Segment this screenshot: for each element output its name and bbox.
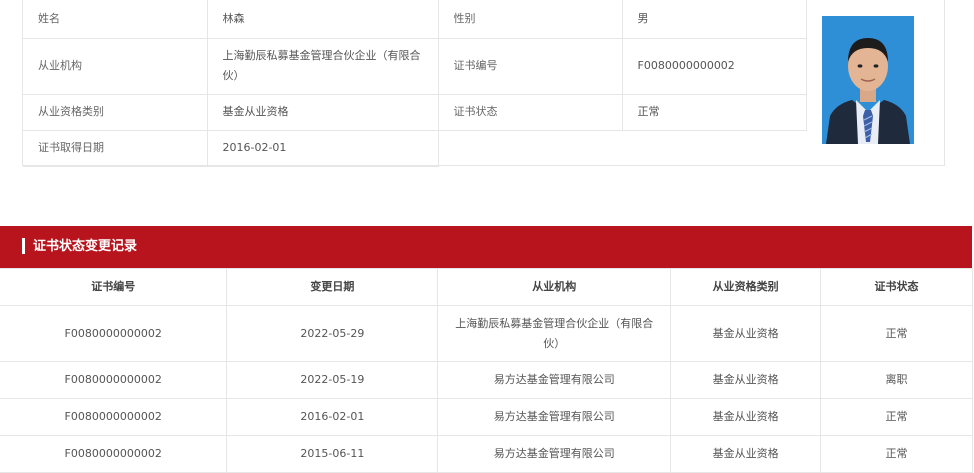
column-header-change-date: 变更日期 (226, 268, 439, 306)
org-value: 上海勤辰私募基金管理合伙企业（有限合伙） (207, 38, 439, 95)
column-header-org: 从业机构 (437, 268, 672, 306)
cell-cert-no: F0080000000002 (0, 361, 228, 399)
status-change-table: 证书编号 变更日期 从业机构 从业资格类别 证书状态 F008000000000… (0, 268, 973, 473)
section-title: 证书状态变更记录 (33, 239, 138, 254)
column-header-cert-no: 证书编号 (0, 268, 228, 306)
cell-status: 正常 (820, 435, 973, 473)
qualification-label: 从业资格类别 (23, 94, 208, 131)
cell-change-date: 2022-05-29 (226, 305, 439, 362)
status-label: 证书状态 (438, 94, 623, 131)
cell-qualification: 基金从业资格 (670, 435, 822, 473)
cell-qualification: 基金从业资格 (670, 398, 822, 436)
profile-table: 姓名 林森 性别 男 从业机构 上海勤辰私募基金管理合伙企业（有限合伙） 证书编… (23, 0, 807, 167)
cell-org: 易方达基金管理有限公司 (437, 361, 672, 399)
cell-status: 正常 (820, 305, 973, 362)
table-row: F0080000000002 2022-05-19 易方达基金管理有限公司 基金… (0, 361, 973, 399)
table-row: F0080000000002 2016-02-01 易方达基金管理有限公司 基金… (0, 398, 973, 436)
cell-change-date: 2015-06-11 (226, 435, 439, 473)
cell-cert-no: F0080000000002 (0, 398, 228, 436)
cell-org: 易方达基金管理有限公司 (437, 435, 672, 473)
cell-org: 易方达基金管理有限公司 (437, 398, 672, 436)
section-header: 证书状态变更记录 (0, 226, 972, 268)
empty-cell (438, 130, 622, 166)
gender-value: 男 (622, 0, 807, 39)
cell-cert-no: F0080000000002 (0, 435, 228, 473)
table-row: F0080000000002 2022-05-29 上海勤辰私募基金管理合伙企业… (0, 305, 973, 362)
cell-status: 离职 (820, 361, 973, 399)
cell-change-date: 2022-05-19 (226, 361, 439, 399)
cert-date-value: 2016-02-01 (207, 130, 439, 167)
column-header-status: 证书状态 (820, 268, 973, 306)
qualification-value: 基金从业资格 (207, 94, 439, 131)
person-portrait-icon (822, 16, 914, 144)
org-label: 从业机构 (23, 38, 208, 95)
cell-org: 上海勤辰私募基金管理合伙企业（有限合伙） (437, 305, 672, 362)
cell-status: 正常 (820, 398, 973, 436)
table-row: F0080000000002 2015-06-11 易方达基金管理有限公司 基金… (0, 435, 973, 473)
gender-label: 性别 (438, 0, 623, 39)
column-header-qualification: 从业资格类别 (670, 268, 822, 306)
cert-date-label: 证书取得日期 (23, 130, 208, 167)
name-label: 姓名 (23, 0, 208, 39)
profile-card: 姓名 林森 性别 男 从业机构 上海勤辰私募基金管理合伙企业（有限合伙） 证书编… (22, 0, 945, 167)
cert-no-value: F0080000000002 (622, 38, 807, 95)
status-value: 正常 (622, 94, 807, 131)
name-value: 林森 (207, 0, 439, 39)
cell-qualification: 基金从业资格 (670, 361, 822, 399)
cell-change-date: 2016-02-01 (226, 398, 439, 436)
profile-photo (822, 16, 914, 144)
cell-qualification: 基金从业资格 (670, 305, 822, 362)
section-marker-bar (22, 238, 25, 254)
cell-cert-no: F0080000000002 (0, 305, 228, 362)
cert-no-label: 证书编号 (438, 38, 623, 95)
empty-cell (622, 130, 806, 166)
